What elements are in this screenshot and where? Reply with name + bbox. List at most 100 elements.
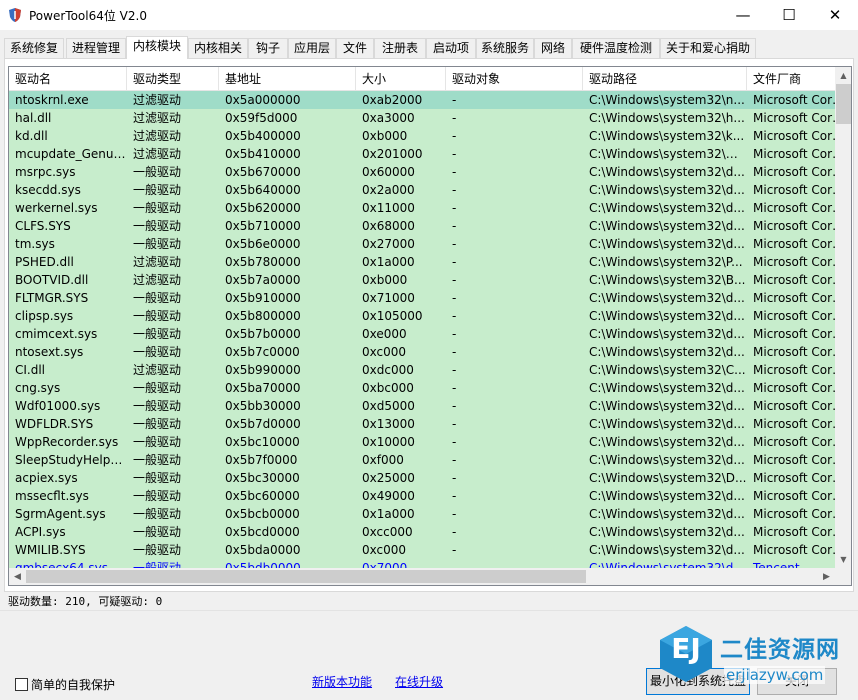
tab-system-services[interactable]: 系统服务 bbox=[476, 38, 534, 58]
cell-driver-name: ksecdd.sys bbox=[15, 183, 81, 197]
table-row[interactable]: ACPI.sys 一般驱动 0x5bcd0000 0xcc000 - C:\Windows… bbox=[9, 523, 835, 541]
table-row[interactable]: Wdf01000.sys 一般驱动 0x5bb30000 0xd5000 - C:\Win… bbox=[9, 397, 835, 415]
column-header-size[interactable]: 大小 bbox=[356, 67, 446, 90]
table-row[interactable]: hal.dll 过滤驱动 0x59f5d000 0xa3000 - C:\Windows\… bbox=[9, 109, 835, 127]
tab-network[interactable]: 网络 bbox=[534, 38, 572, 58]
cell-base-address: 0x59f5d000 bbox=[225, 111, 298, 125]
tab-startup[interactable]: 启动项 bbox=[426, 38, 476, 58]
column-header-file-vendor[interactable]: 文件厂商 bbox=[747, 67, 835, 90]
cell-size: 0xe000 bbox=[362, 327, 407, 341]
cell-file-vendor: Tencent bbox=[753, 561, 800, 568]
tab-files[interactable]: 文件 bbox=[336, 38, 374, 58]
table-row[interactable]: FLTMGR.SYS 一般驱动 0x5b910000 0x71000 - C:\Windo… bbox=[9, 289, 835, 307]
tab-process-manager[interactable]: 进程管理 bbox=[66, 38, 126, 58]
cell-size: 0x27000 bbox=[362, 237, 415, 251]
cell-driver-name: mssecflt.sys bbox=[15, 489, 89, 503]
column-header-base-address[interactable]: 基地址 bbox=[219, 67, 356, 90]
column-header-driver-type[interactable]: 驱动类型 bbox=[127, 67, 219, 90]
scroll-left-arrow-icon[interactable]: ◀ bbox=[9, 568, 26, 585]
cell-driver-path: C:\Windows\system32\d... bbox=[589, 345, 745, 359]
table-row[interactable]: ntoskrnl.exe 过滤驱动 0x5a000000 0xab2000 - C:\Wi… bbox=[9, 91, 835, 109]
table-row[interactable]: tm.sys 一般驱动 0x5b6e0000 0x27000 - C:\Windows\s… bbox=[9, 235, 835, 253]
table-row[interactable]: cng.sys 一般驱动 0x5ba70000 0xbc000 - C:\Windows\… bbox=[9, 379, 835, 397]
cell-driver-name: acpiex.sys bbox=[15, 471, 78, 485]
table-row[interactable]: CLFS.SYS 一般驱动 0x5b710000 0x68000 - C:\Windows… bbox=[9, 217, 835, 235]
cell-driver-path: C:\Windows\system32\d... bbox=[589, 435, 745, 449]
tab-system-repair[interactable]: 系统修复 bbox=[4, 38, 64, 58]
watermark-site-url: erjiazyw.com bbox=[724, 666, 826, 684]
list-header: 驱动名 驱动类型 基地址 大小 驱动对象 驱动路径 文件厂商 bbox=[9, 67, 835, 91]
table-row[interactable]: CI.dll 过滤驱动 0x5b990000 0xdc000 - C:\Windows\s… bbox=[9, 361, 835, 379]
table-row[interactable]: BOOTVID.dll 过滤驱动 0x5b7a0000 0xb000 - C:\Windo… bbox=[9, 271, 835, 289]
cell-driver-type: 过滤驱动 bbox=[133, 363, 182, 377]
cell-file-vendor: Microsoft Corpo bbox=[753, 435, 835, 449]
online-upgrade-link[interactable]: 在线升级 bbox=[395, 673, 443, 690]
scroll-up-arrow-icon[interactable]: ▲ bbox=[835, 67, 851, 84]
table-row[interactable]: acpiex.sys 一般驱动 0x5bc30000 0x25000 - C:\Windo… bbox=[9, 469, 835, 487]
cell-driver-path: C:\Windows\system32\d... bbox=[589, 507, 745, 521]
column-header-driver-name[interactable]: 驱动名 bbox=[9, 67, 127, 90]
cell-driver-type: 过滤驱动 bbox=[133, 111, 182, 125]
cell-driver-object: - bbox=[452, 507, 457, 521]
cell-driver-path: C:\Windows\system32\d... bbox=[589, 237, 745, 251]
table-row[interactable]: cmimcext.sys 一般驱动 0x5b7b0000 0xe000 - C:\Wind… bbox=[9, 325, 835, 343]
cell-base-address: 0x5b410000 bbox=[225, 147, 301, 161]
table-row[interactable]: qmbsecx64.sys 一般驱动 0x5bdb0000 0x7000 - C:\Win… bbox=[9, 559, 835, 568]
tab-registry[interactable]: 注册表 bbox=[374, 38, 426, 58]
cell-driver-type: 一般驱动 bbox=[133, 327, 182, 341]
table-row[interactable]: SgrmAgent.sys 一般驱动 0x5bcb0000 0x1a000 - C:\Wi… bbox=[9, 505, 835, 523]
cell-base-address: 0x5b910000 bbox=[225, 291, 301, 305]
horizontal-scroll-thumb[interactable] bbox=[26, 570, 586, 583]
cell-base-address: 0x5bcb0000 bbox=[225, 507, 300, 521]
maximize-button[interactable]: ☐ bbox=[766, 0, 812, 30]
cell-file-vendor: Microsoft Corpo bbox=[753, 345, 835, 359]
cell-driver-name: PSHED.dll bbox=[15, 255, 74, 269]
cell-base-address: 0x5a000000 bbox=[225, 93, 301, 107]
cell-file-vendor: Microsoft Corpo bbox=[753, 147, 835, 161]
self-protect-option[interactable]: 简单的自我保护 bbox=[15, 676, 115, 693]
tab-kernel-modules[interactable]: 内核模块 bbox=[126, 36, 188, 59]
table-row[interactable]: WDFLDR.SYS 一般驱动 0x5b7d0000 0x13000 - C:\Windo… bbox=[9, 415, 835, 433]
table-row[interactable]: kd.dll 过滤驱动 0x5b400000 0xb000 - C:\Windows\sy… bbox=[9, 127, 835, 145]
tab-app-layer[interactable]: 应用层 bbox=[288, 38, 336, 58]
table-row[interactable]: werkernel.sys 一般驱动 0x5b620000 0x11000 - C:\Wi… bbox=[9, 199, 835, 217]
cell-driver-type: 一般驱动 bbox=[133, 489, 182, 503]
cell-driver-path: C:\Windows\system32\d... bbox=[589, 399, 745, 413]
minimize-button[interactable]: — bbox=[720, 0, 766, 30]
cell-driver-path: C:\Windows\system32\d... bbox=[589, 561, 745, 568]
table-row[interactable]: PSHED.dll 过滤驱动 0x5b780000 0x1a000 - C:\Window… bbox=[9, 253, 835, 271]
horizontal-scrollbar[interactable]: ◀ ▶ bbox=[9, 568, 835, 585]
close-window-button[interactable]: ✕ bbox=[812, 0, 858, 30]
driver-list-view[interactable]: 驱动名 驱动类型 基地址 大小 驱动对象 驱动路径 文件厂商 ntoskrnl.… bbox=[8, 66, 852, 586]
cell-driver-type: 一般驱动 bbox=[133, 507, 182, 521]
self-protect-checkbox[interactable] bbox=[15, 678, 28, 691]
scroll-right-arrow-icon[interactable]: ▶ bbox=[818, 568, 835, 585]
vertical-scroll-thumb[interactable] bbox=[836, 84, 851, 124]
cell-driver-object: - bbox=[452, 291, 457, 305]
table-row[interactable]: mssecflt.sys 一般驱动 0x5bc60000 0x49000 - C:\Win… bbox=[9, 487, 835, 505]
column-header-driver-object[interactable]: 驱动对象 bbox=[446, 67, 583, 90]
table-row[interactable]: ksecdd.sys 一般驱动 0x5b640000 0x2a000 - C:\Windo… bbox=[9, 181, 835, 199]
tab-hooks[interactable]: 钩子 bbox=[248, 38, 288, 58]
table-row[interactable]: clipsp.sys 一般驱动 0x5b800000 0x105000 - C:\Wind… bbox=[9, 307, 835, 325]
cell-file-vendor: Microsoft Corpo bbox=[753, 201, 835, 215]
cell-driver-type: 一般驱动 bbox=[133, 345, 182, 359]
tab-about-donate[interactable]: 关于和爱心捐助 bbox=[660, 38, 756, 58]
vertical-scrollbar[interactable]: ▲ ▼ bbox=[835, 67, 851, 568]
table-row[interactable]: mcupdate_Genui... 过滤驱动 0x5b410000 0x201000 -… bbox=[9, 145, 835, 163]
scroll-down-arrow-icon[interactable]: ▼ bbox=[835, 551, 851, 568]
cell-base-address: 0x5bc30000 bbox=[225, 471, 300, 485]
table-row[interactable]: WMILIB.SYS 一般驱动 0x5bda0000 0xc000 - C:\Window… bbox=[9, 541, 835, 559]
new-features-link[interactable]: 新版本功能 bbox=[312, 673, 372, 690]
tab-hardware-temp[interactable]: 硬件温度检测 bbox=[572, 38, 660, 58]
cell-driver-path: C:\Windows\system32\B... bbox=[589, 273, 746, 287]
cell-driver-name: CLFS.SYS bbox=[15, 219, 71, 233]
table-row[interactable]: msrpc.sys 一般驱动 0x5b670000 0x60000 - C:\Window… bbox=[9, 163, 835, 181]
table-row[interactable]: ntosext.sys 一般驱动 0x5b7c0000 0xc000 - C:\Windo… bbox=[9, 343, 835, 361]
cell-driver-type: 过滤驱动 bbox=[133, 93, 182, 107]
table-row[interactable]: SleepStudyHelpe... 一般驱动 0x5b7f0000 0xf000 - C… bbox=[9, 451, 835, 469]
column-header-driver-path[interactable]: 驱动路径 bbox=[583, 67, 747, 90]
table-row[interactable]: WppRecorder.sys 一般驱动 0x5bc10000 0x10000 - C:\… bbox=[9, 433, 835, 451]
cell-driver-object: - bbox=[452, 147, 457, 161]
tab-kernel-related[interactable]: 内核相关 bbox=[188, 38, 248, 58]
